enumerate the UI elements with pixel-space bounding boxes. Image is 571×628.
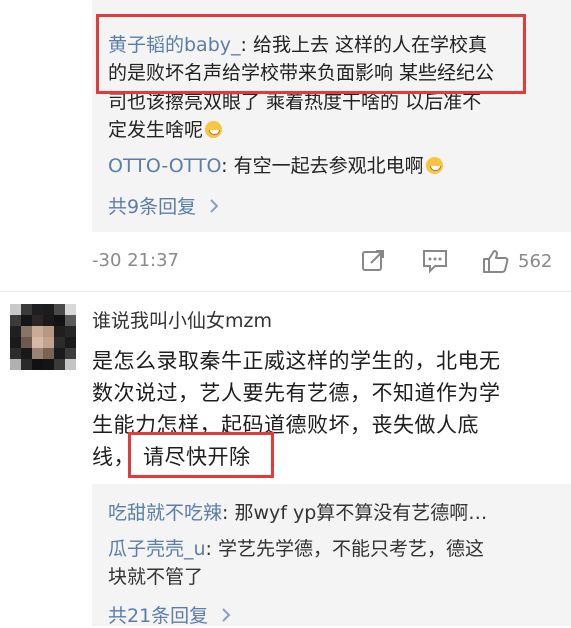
reply-line: 瓜子壳壳_u: 学艺先学德，不能只考艺，德这 [108,534,484,561]
more-replies-label: 共21条回复 [108,605,209,627]
comment-author[interactable]: 谁说我叫小仙女mzm [92,306,272,333]
chevron-right-icon [210,199,219,213]
comment-icon [423,250,447,274]
comment-body-line: 是怎么录取秦牛正威这样的学生的，北电无 [92,349,501,373]
more-replies-link[interactable]: 共9条回复 [108,192,220,219]
avatar[interactable] [10,304,76,370]
reply-author[interactable]: OTTO-OTTO [108,155,221,177]
reply-author[interactable]: 瓜子壳壳_u [108,538,206,560]
reply-text: : 学艺先学德，不能只考艺，德这 [205,538,484,560]
comment-button[interactable] [421,246,449,276]
smile-emoji-icon [205,121,223,138]
reply-line: 块就不管了 [108,566,204,588]
reply-text: : 有空一起去参观北电啊 [221,155,424,177]
more-replies-label: 共9条回复 [108,196,197,218]
comment-body-line: 数次说过，艺人要先有艺德，不知道作为学 [92,381,501,405]
reply-line: OTTO-OTTO: 有空一起去参观北电啊 [108,151,443,178]
reply-text: 定发生啥呢 [108,119,204,141]
share-button[interactable] [360,246,386,276]
like-button[interactable]: 562 [482,246,552,276]
share-icon [362,250,384,271]
reply-line: 定发生啥呢 [108,115,223,142]
highlight-box [128,432,274,478]
thumbs-up-icon [483,250,509,273]
smile-emoji-icon [425,157,443,174]
reply-line: 吃甜就不吃辣: 那wyf yp算不算没有艺德啊… [108,498,487,525]
highlight-box [96,14,526,94]
comment-meta-row: -30 21:37 562 [0,246,571,276]
reply-text: : 那wyf yp算不算没有艺德啊… [222,502,488,524]
reply-author[interactable]: 吃甜就不吃辣 [108,502,222,524]
comment-time: -30 21:37 [92,250,179,271]
more-replies-link[interactable]: 共21条回复 [108,601,232,628]
divider [0,291,571,292]
reply-block-bottom: 吃甜就不吃辣: 那wyf yp算不算没有艺德啊… 瓜子壳壳_u: 学艺先学德，不… [92,484,571,628]
like-count: 562 [518,250,553,272]
chevron-right-icon [222,608,231,622]
